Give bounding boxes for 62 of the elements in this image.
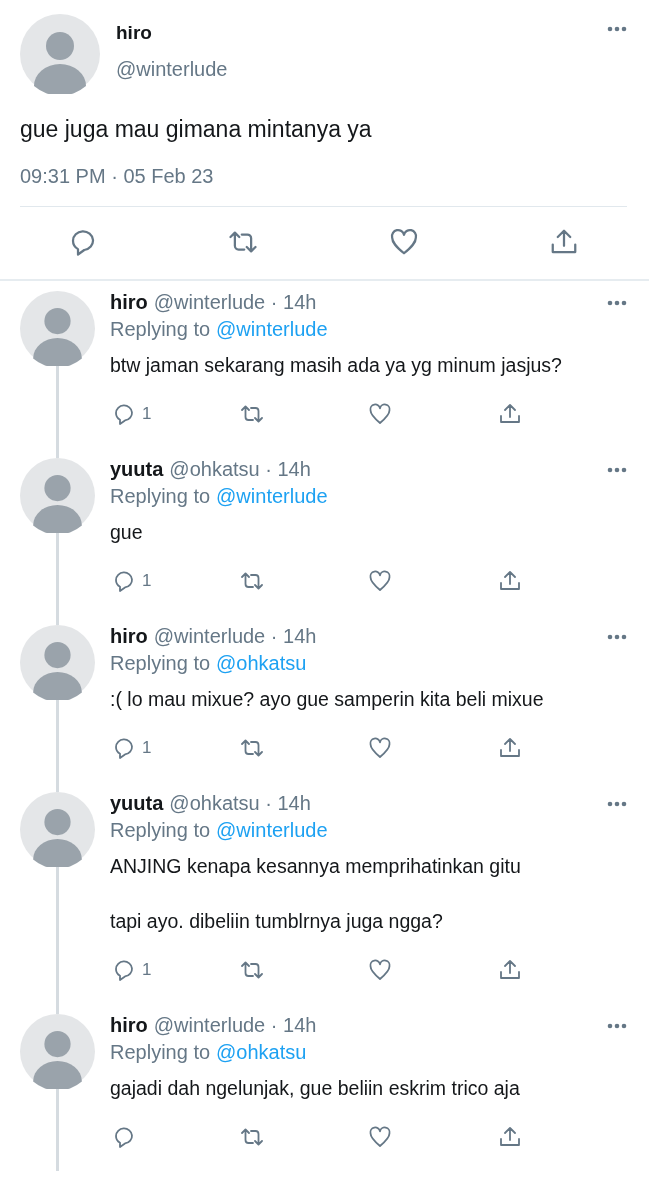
user-name[interactable]: hiro [110, 1014, 148, 1037]
tweet-timestamp: 09:31 PM · 05 Feb 23 [20, 165, 627, 207]
reply-text: gue [110, 520, 144, 545]
reply-text: ANJING kenapa kesannya memprihatinkan gitu [110, 854, 522, 879]
replying-label: Replying to [110, 652, 211, 675]
reply-text: :( lo mau mixue? ayo gue samperin kita beli mixue [110, 687, 545, 712]
reply-text: tapi ayo. dibeliin tumblrnya juga ngga? [110, 909, 444, 934]
user-handle[interactable]: @ohkatsu · 14h [169, 792, 311, 815]
replying-label: Replying to [110, 485, 211, 508]
reply-count: 1 [142, 960, 152, 980]
user-name[interactable]: hiro [110, 291, 148, 314]
more-icon[interactable] [607, 1022, 627, 1029]
heart-icon[interactable] [368, 1125, 392, 1149]
avatar[interactable] [20, 458, 95, 533]
user-handle[interactable]: @winterlude [116, 58, 607, 81]
reply-text: btw jaman sekarang masih ada ya yg minum jasjus? [110, 353, 563, 378]
replying-label: Replying to [110, 1041, 211, 1064]
user-handle[interactable]: @winterlude · 14h [153, 1014, 317, 1037]
mention-link[interactable]: @ohkatsu [216, 1041, 307, 1064]
replying-label: Replying to [110, 318, 211, 341]
user-handle[interactable]: @winterlude · 14h [153, 291, 317, 314]
avatar[interactable] [20, 625, 95, 700]
mention-link[interactable]: @winterlude [216, 318, 328, 341]
replying-label: Replying to [110, 819, 211, 842]
more-icon[interactable] [607, 800, 627, 807]
mention-link[interactable]: @ohkatsu [216, 652, 307, 675]
reply-count: 1 [142, 738, 152, 758]
heart-icon[interactable] [368, 402, 392, 426]
more-icon[interactable] [607, 26, 627, 32]
more-icon[interactable] [607, 299, 627, 306]
more-icon[interactable] [607, 466, 627, 473]
heart-icon[interactable] [368, 736, 392, 760]
share-icon[interactable] [498, 569, 522, 593]
user-name[interactable]: yuuta [110, 792, 164, 815]
avatar[interactable] [20, 14, 100, 94]
heart-icon[interactable] [368, 569, 392, 593]
mention-link[interactable]: @winterlude [216, 819, 328, 842]
reply-count: 1 [142, 404, 152, 424]
reply-text: gajadi dah ngelunjak, gue beliin eskrim trico aja [110, 1076, 521, 1101]
reply-icon[interactable] [112, 1125, 136, 1149]
reply-icon[interactable] [112, 958, 136, 982]
reply-icon[interactable] [112, 402, 136, 426]
reply-icon[interactable] [112, 569, 136, 593]
user-name[interactable]: hiro [110, 625, 148, 648]
share-icon[interactable] [498, 736, 522, 760]
tweet-text: gue juga mau gimana mintanya ya [20, 116, 373, 143]
mention-link[interactable]: @winterlude [216, 485, 328, 508]
heart-icon[interactable] [368, 958, 392, 982]
more-icon[interactable] [607, 633, 627, 640]
user-name[interactable]: hiro [116, 22, 607, 44]
user-name[interactable]: yuuta [110, 458, 164, 481]
avatar[interactable] [20, 291, 95, 366]
avatar[interactable] [20, 792, 95, 867]
reply-icon[interactable] [112, 736, 136, 760]
share-icon[interactable] [498, 1125, 522, 1149]
heart-icon[interactable] [388, 227, 419, 257]
avatar[interactable] [20, 1014, 95, 1089]
share-icon[interactable] [498, 958, 522, 982]
share-icon[interactable] [498, 402, 522, 426]
reply-count: 1 [142, 571, 152, 591]
user-handle[interactable]: @winterlude · 14h [153, 625, 317, 648]
user-handle[interactable]: @ohkatsu · 14h [169, 458, 311, 481]
